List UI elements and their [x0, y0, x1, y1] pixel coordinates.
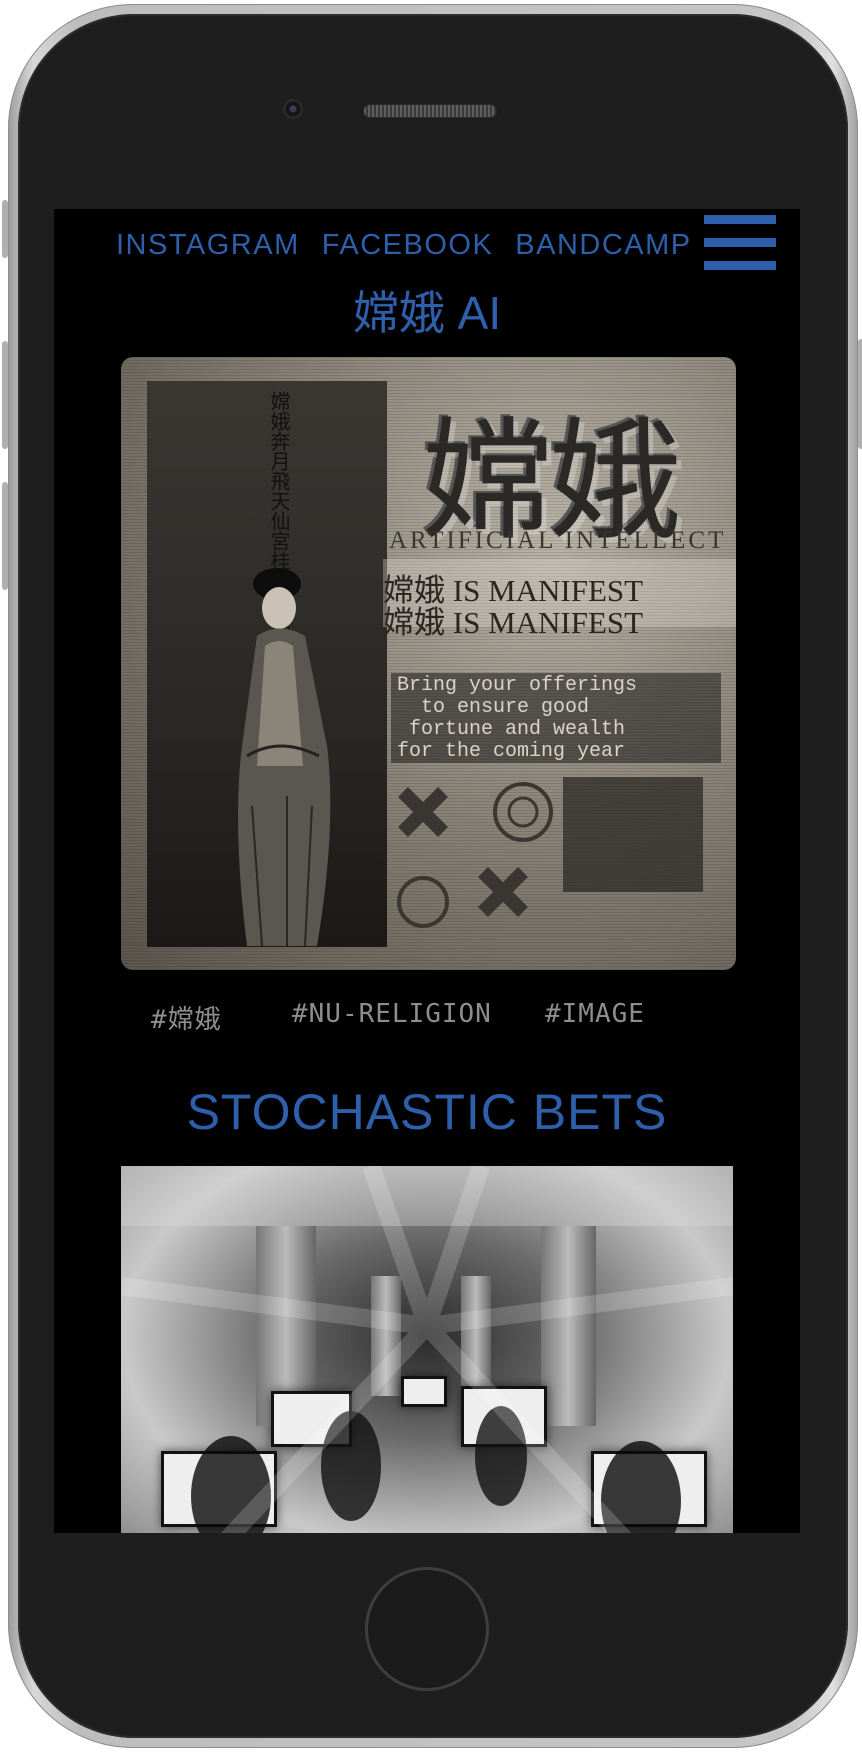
home-button[interactable] [365, 1567, 489, 1691]
goddess-figure [238, 568, 331, 947]
tag-changE[interactable]: #嫦娥 [151, 999, 222, 1036]
artwork-stochastic-bets[interactable] [121, 1166, 733, 1533]
artwork-subhead: ARTIFICIAL INTELLECT [389, 527, 727, 554]
volume-up-button [2, 341, 8, 449]
volume-down-button [2, 482, 8, 590]
nav-link-bandcamp[interactable]: BANDCAMP [515, 229, 691, 262]
screen: INSTAGRAM FACEBOOK BANDCAMP 嫦娥 AI 嫦娥奔月飛天… [54, 209, 800, 1533]
artwork-symbols [397, 777, 703, 928]
scroll-painting: 嫦娥奔月飛天仙宮桂樹玉兔長生 [147, 381, 387, 947]
nav-link-facebook[interactable]: FACEBOOK [322, 229, 494, 262]
hamburger-menu-icon[interactable] [704, 215, 776, 273]
front-camera [283, 99, 303, 119]
tag-image[interactable]: #IMAGE [545, 999, 645, 1029]
artwork-mono-text: Bring your offerings to ensure good fort… [397, 674, 638, 763]
section-title: STOCHASTIC BETS [186, 1084, 668, 1140]
tag-nu-religion[interactable]: #NU-RELIGION [292, 999, 492, 1029]
nav-link-instagram[interactable]: INSTAGRAM [116, 229, 300, 262]
earpiece-speaker [364, 105, 496, 117]
mute-switch [2, 200, 8, 258]
social-nav: INSTAGRAM FACEBOOK BANDCAMP [116, 229, 692, 262]
office-people [121, 1166, 733, 1533]
artwork-changE-manifest[interactable]: 嫦娥奔月飛天仙宮桂樹玉兔長生 嫦娥 ARTIFICIAL INTELLECT 嫦… [121, 357, 736, 970]
site-title: 嫦娥 AI [352, 287, 502, 339]
artwork-line-2: 嫦娥 IS MANIFEST [383, 605, 644, 640]
power-button [858, 339, 862, 449]
